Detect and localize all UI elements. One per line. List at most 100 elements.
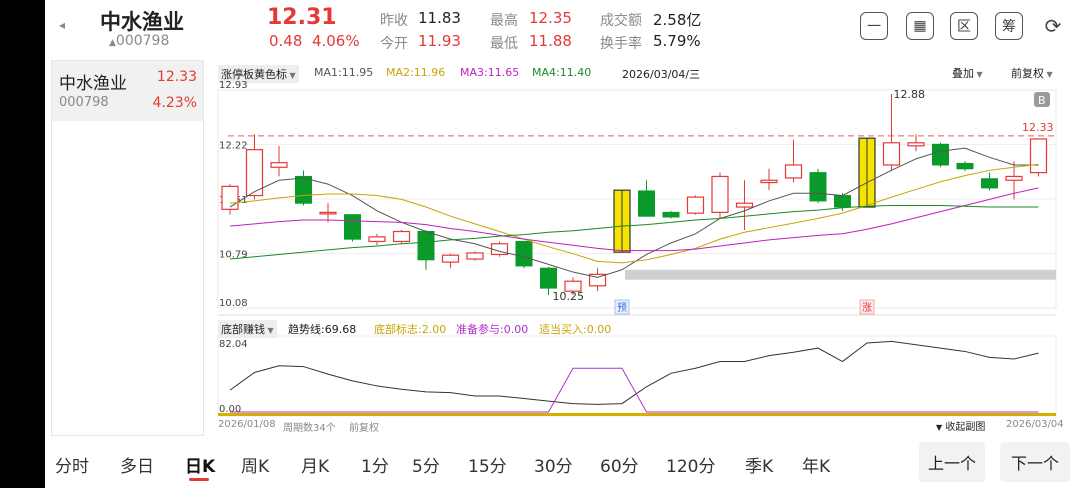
change-value: 0.48: [269, 32, 303, 50]
collapse-icon: ▼: [936, 423, 943, 432]
collapse-label: 收起副图: [945, 422, 986, 433]
up-caret-icon: ▲: [109, 38, 116, 48]
candle-body: [1005, 175, 1023, 181]
prev-close-value: 11.83: [418, 9, 461, 27]
candle-body: [686, 196, 705, 214]
watchlist-code: 000798: [59, 95, 109, 110]
tab-1[interactable]: 多日: [120, 452, 154, 477]
candle-body: [907, 142, 925, 147]
candle-body: [735, 202, 754, 208]
prev-close-label: 昨收: [380, 13, 408, 29]
open-label: 今开: [380, 36, 408, 52]
low-value: 11.88: [529, 32, 572, 50]
turnover-value: 5.79%: [653, 32, 701, 50]
y-axis-label: 12.22: [219, 141, 248, 152]
watchlist-item[interactable]: 中水渔业 12.33 000798 4.23%: [52, 61, 203, 121]
candle-body: [319, 211, 337, 215]
tab-3[interactable]: 周K: [241, 452, 269, 477]
ma-line-ma1: [229, 147, 1039, 278]
support-zone: [625, 269, 1056, 280]
y-axis-label: 10.08: [219, 298, 248, 309]
grid-icon[interactable]: 区: [950, 12, 978, 40]
table-icon[interactable]: ▦: [906, 12, 934, 40]
high-label: 最高: [490, 13, 518, 29]
stock-code-text: 000798: [115, 33, 170, 49]
tab-0[interactable]: 分时: [55, 452, 89, 477]
candle-body: [441, 254, 460, 263]
watchlist-pct: 4.23%: [152, 95, 197, 111]
candle-body: [662, 211, 680, 218]
candle-body: [417, 231, 435, 261]
watchlist-name: 中水渔业: [59, 74, 127, 94]
low-marker: 10.25: [553, 290, 585, 303]
limit-tag-text: 涨: [862, 302, 872, 314]
change-pct: 4.06%: [311, 32, 360, 50]
start-date: 2026/01/08: [218, 419, 276, 430]
candle-body: [466, 252, 484, 260]
tab-4[interactable]: 月K: [301, 452, 329, 477]
stock-code: ▲000798: [109, 33, 169, 49]
candle-body: [295, 175, 312, 204]
candle-body: [368, 236, 386, 243]
tab-11[interactable]: 季K: [745, 452, 773, 477]
tab-6[interactable]: 5分: [412, 452, 440, 477]
prepare-line: [230, 367, 1039, 413]
volume-label: 成交额: [600, 13, 642, 29]
b-badge-text: B: [1038, 94, 1046, 107]
candle-body: [711, 175, 729, 213]
candle-body: [515, 240, 533, 267]
tab-2[interactable]: 日K: [185, 452, 215, 481]
open-value: 11.93: [418, 32, 461, 50]
candle-body: [221, 185, 239, 210]
prev-stock-button[interactable]: 上一个: [919, 442, 985, 482]
candle-body: [638, 190, 655, 217]
stock-name: 中水渔业: [100, 10, 184, 34]
candle-body: [270, 162, 288, 168]
back-arrow-icon[interactable]: ◂: [59, 18, 65, 32]
watchlist-price: 12.33: [156, 69, 197, 85]
last-price: 12.31: [267, 5, 337, 30]
stock-kline-app: ◂ 中水渔业 ▲000798 12.31 0.48 4.06% 昨收 11.83…: [45, 0, 1080, 488]
turnover-label: 换手率: [600, 36, 642, 52]
candle-body: [882, 142, 901, 166]
y-axis-label: 12.93: [219, 80, 248, 91]
high-marker: 12.88: [894, 88, 926, 101]
candle-body: [344, 214, 361, 240]
candle-body: [1029, 138, 1048, 174]
candle-body: [392, 230, 411, 243]
pre-tag-text: 预: [617, 302, 627, 314]
bottom-flag-bar: [218, 413, 1056, 416]
candle-body: [981, 178, 998, 189]
tab-5[interactable]: 1分: [361, 452, 389, 477]
candle-body: [540, 267, 557, 289]
tab-12[interactable]: 年K: [802, 452, 830, 477]
chip-icon[interactable]: 筹: [995, 12, 1023, 40]
price-change: 0.48 4.06%: [269, 32, 360, 50]
rotate-icon[interactable]: ⟳: [1039, 12, 1067, 40]
tab-9[interactable]: 60分: [600, 452, 639, 477]
candle-body: [834, 195, 851, 208]
collapse-subchart-button[interactable]: ▼ 收起副图: [936, 418, 985, 433]
minus-icon[interactable]: 一: [860, 12, 888, 40]
high-value: 12.35: [529, 9, 572, 27]
tab-10[interactable]: 120分: [666, 452, 715, 477]
chart-panel: 涨停板黄色标 ▼ MA1:11.95 MA2:11.96 MA3:11.65 M…: [214, 60, 1064, 436]
candle-body: [809, 172, 827, 202]
trend-line: [229, 340, 1039, 405]
end-date: 2026/03/04: [1006, 419, 1064, 430]
last-price-marker: 12.33: [1022, 121, 1054, 134]
candle-body: [956, 162, 974, 170]
candle-body: [932, 143, 949, 166]
period-count: 周期数34个: [283, 423, 336, 434]
volume-value: 2.58亿: [653, 11, 702, 29]
candle-body: [784, 164, 803, 179]
low-label: 最低: [490, 36, 518, 52]
tab-7[interactable]: 15分: [468, 452, 507, 477]
kline-chart[interactable]: 12.9312.2211.5110.7910.08 12.8810.2512.3…: [214, 60, 1064, 436]
tab-8[interactable]: 30分: [534, 452, 573, 477]
footer-adjust: 前复权: [349, 423, 379, 434]
candle-body: [760, 179, 778, 184]
next-stock-button[interactable]: 下一个: [1000, 442, 1070, 482]
sub-y-top: 82.04: [219, 339, 248, 350]
active-tab-underline: [189, 478, 209, 481]
